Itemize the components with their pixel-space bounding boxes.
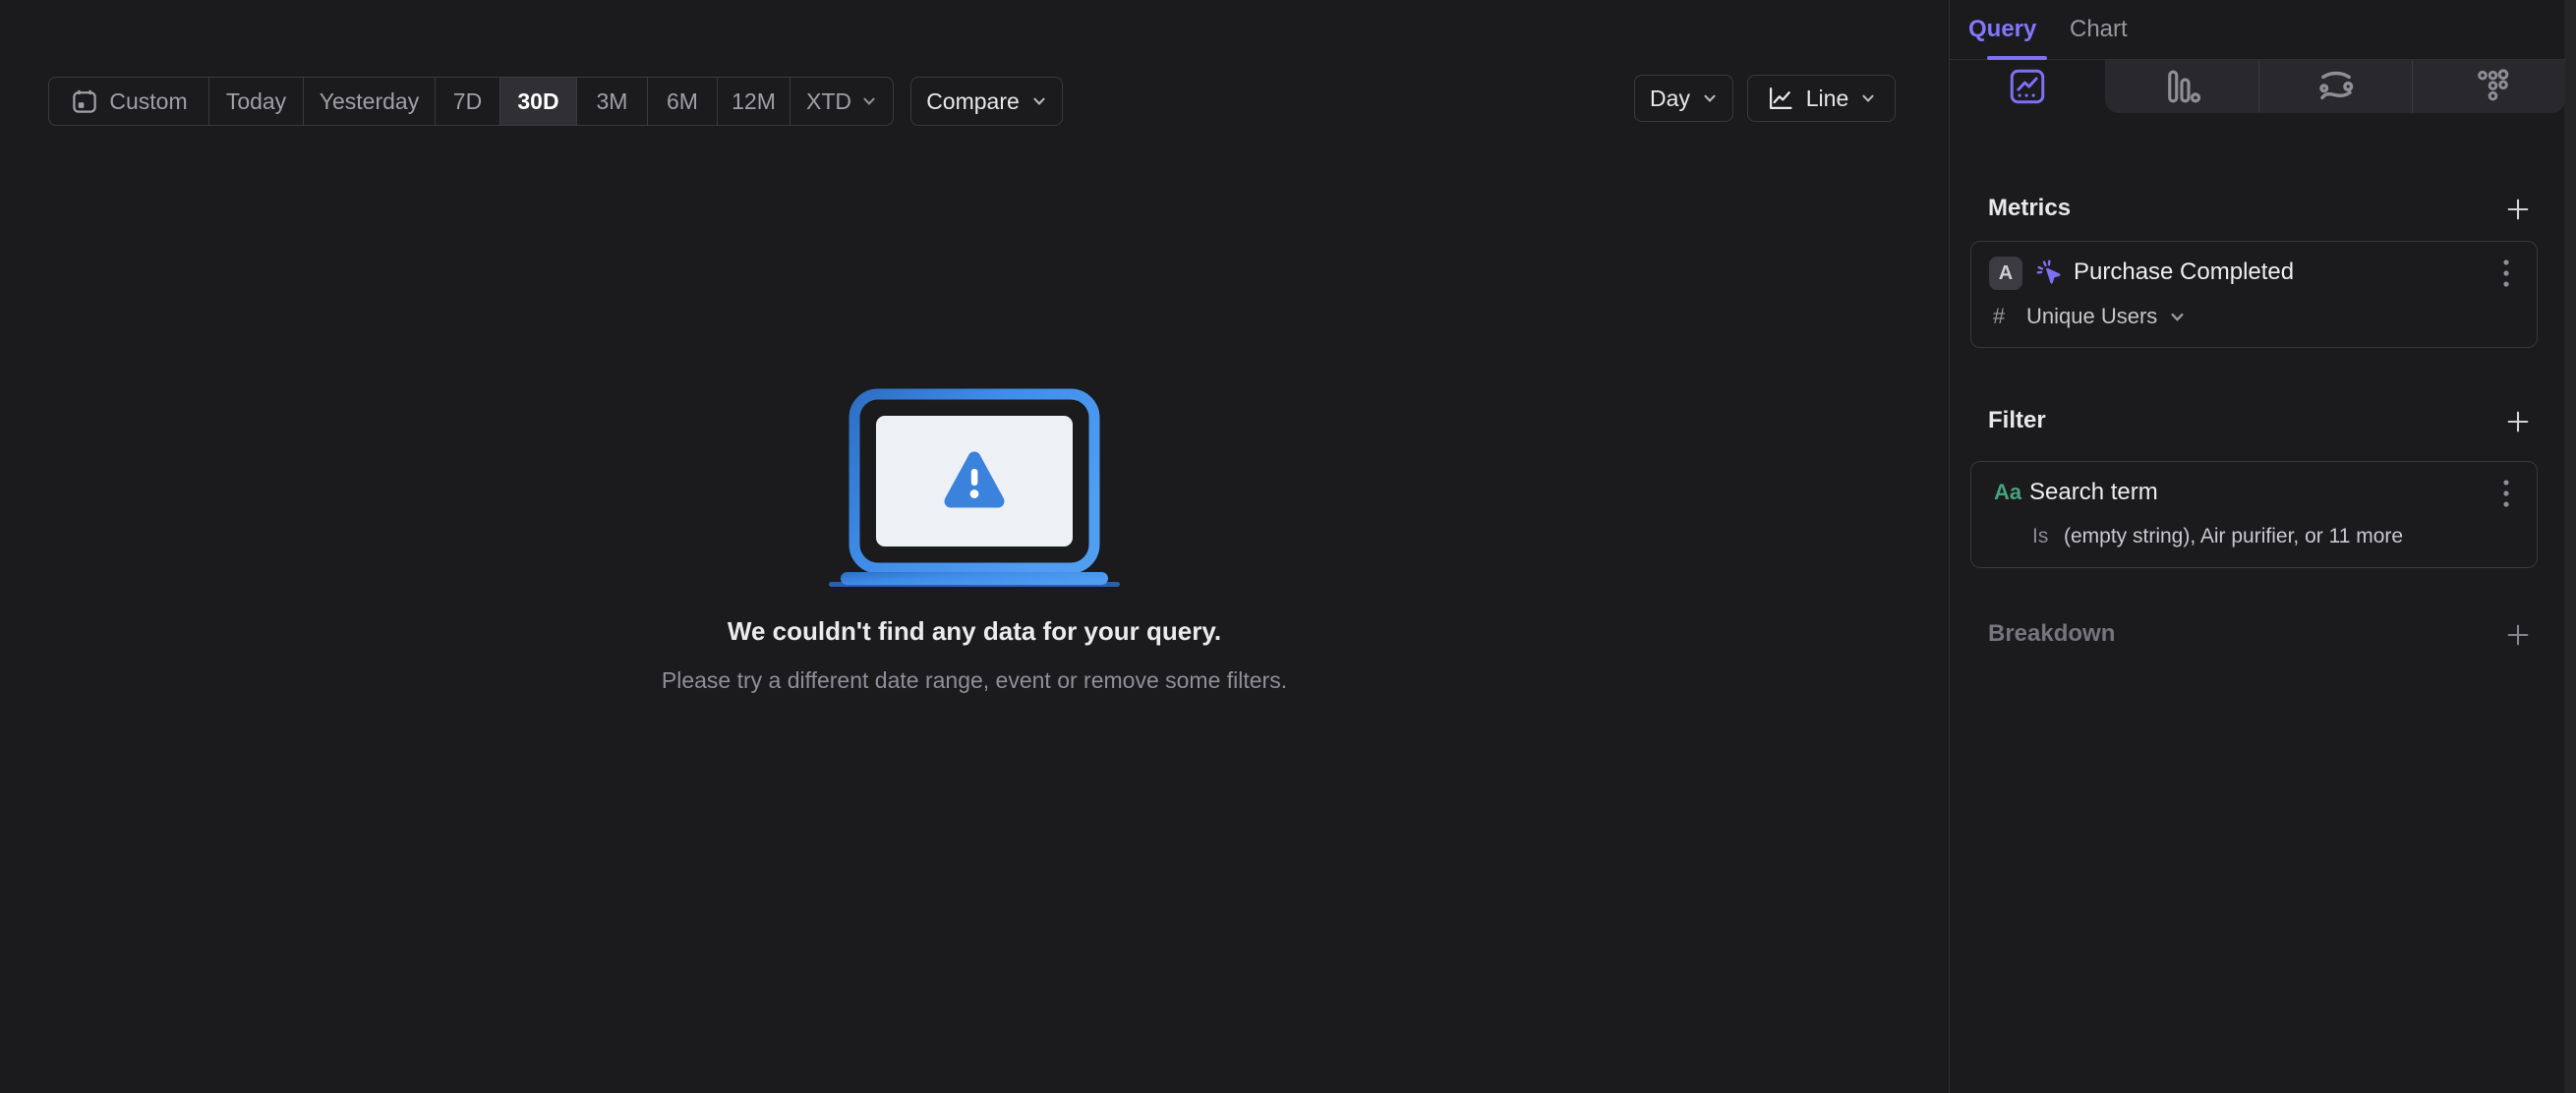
kebab-menu-icon (2503, 259, 2509, 287)
add-metric-button[interactable] (2503, 195, 2533, 224)
report-type-tabs-inactive (2105, 60, 2565, 113)
filter-menu-button[interactable] (2491, 478, 2521, 509)
date-range-30d[interactable]: 30D (500, 78, 577, 125)
filter-row-condition: Is (empty string), Air purifier, or 11 m… (1971, 523, 2537, 552)
aggregation-label: Unique Users (2026, 304, 2158, 328)
date-range-label: Custom (109, 87, 188, 114)
breakdown-heading: Breakdown (1988, 620, 2116, 647)
flows-icon (2318, 71, 2353, 100)
filter-values[interactable]: (empty string), Air purifier, or 11 more (2064, 525, 2403, 548)
report-tab-insights[interactable] (1951, 60, 2104, 113)
panel-tab-bar: Query Chart (1950, 0, 2565, 60)
filter-operator[interactable]: Is (2032, 525, 2048, 548)
sidebar-scrollbar[interactable] (2564, 0, 2576, 1093)
metric-menu-button[interactable] (2491, 258, 2521, 289)
no-data-laptop-illustration (829, 388, 1120, 587)
tab-label: Query (1968, 16, 2037, 42)
aggregation-symbol: # (1993, 304, 2006, 328)
plus-icon (2507, 199, 2529, 220)
event-cursor-icon (2036, 259, 2061, 284)
date-range-label: XTD (806, 87, 851, 114)
tab-chart[interactable]: Chart (2070, 0, 2128, 59)
date-range-yesterday[interactable]: Yesterday (304, 78, 436, 125)
empty-state-subtitle: Please try a different date range, event… (661, 667, 1288, 693)
date-range-label: 30D (517, 87, 559, 114)
metric-event-name[interactable]: Purchase Completed (2074, 259, 2294, 286)
line-chart-icon (1769, 86, 1792, 110)
metric-letter-badge: A (1989, 257, 2022, 290)
granularity-dropdown[interactable]: Day (1634, 75, 1733, 122)
date-range-3m[interactable]: 3M (577, 78, 648, 125)
analytics-app: Custom Today Yesterday 7D 30D 3M 6M 12M … (0, 0, 2576, 1093)
filter-row-property: Aa Search term (1971, 476, 2537, 511)
plus-icon (2507, 624, 2529, 646)
date-range-6m[interactable]: 6M (648, 78, 718, 125)
string-property-icon: Aa (1994, 480, 2022, 504)
filter-heading: Filter (1988, 407, 2046, 433)
date-range-today[interactable]: Today (209, 78, 304, 125)
metric-card[interactable]: A Purchase Completed # Unique Users (1970, 241, 2538, 348)
filter-property-name[interactable]: Search term (2029, 479, 2158, 506)
calendar-icon (73, 89, 97, 113)
report-type-tabs (1951, 60, 2565, 113)
metric-row-event: A Purchase Completed (1971, 256, 2537, 291)
empty-state: We couldn't find any data for your query… (0, 387, 1949, 694)
filter-card[interactable]: Aa Search term Is (empty string), Air pu… (1970, 461, 2538, 568)
report-tab-funnels[interactable] (2105, 60, 2258, 113)
tab-label: Chart (2070, 16, 2128, 42)
date-range-xtd[interactable]: XTD (790, 78, 893, 125)
report-canvas: Custom Today Yesterday 7D 30D 3M 6M 12M … (0, 0, 1949, 1093)
tab-query[interactable]: Query (1968, 0, 2047, 60)
date-range-label: Yesterday (319, 87, 420, 114)
insights-icon (2010, 69, 2045, 104)
funnels-icon (2168, 70, 2201, 103)
chevron-down-icon (1033, 97, 1045, 106)
metrics-heading: Metrics (1988, 195, 2072, 221)
date-range-label: 3M (596, 87, 628, 114)
metric-row-aggregation: # Unique Users (1971, 303, 2537, 332)
granularity-label: Day (1650, 85, 1690, 111)
report-tab-retention[interactable] (2412, 60, 2565, 113)
date-range-label: 7D (452, 87, 483, 114)
query-builder-panel: Query Chart Metrics A Purchase Completed… (1949, 0, 2576, 1093)
compare-button[interactable]: Compare (910, 77, 1063, 126)
add-breakdown-button[interactable] (2503, 620, 2533, 650)
date-range-label: 12M (732, 87, 776, 114)
kebab-menu-icon (2503, 480, 2509, 507)
add-filter-button[interactable] (2503, 407, 2533, 436)
date-range-label: Today (225, 87, 287, 114)
date-range-label: 6M (667, 87, 698, 114)
chart-type-dropdown[interactable]: Line (1747, 75, 1896, 122)
empty-state-title: We couldn't find any data for your query… (727, 616, 1222, 646)
date-range-12m[interactable]: 12M (718, 78, 790, 125)
chevron-down-icon (2171, 313, 2184, 321)
date-range-group: Custom Today Yesterday 7D 30D 3M 6M 12M … (48, 77, 894, 126)
retention-icon (2477, 69, 2508, 101)
plus-icon (2507, 411, 2529, 432)
date-range-custom[interactable]: Custom (49, 78, 209, 125)
chevron-down-icon (1704, 94, 1716, 103)
chevron-down-icon (1862, 94, 1874, 103)
date-range-7d[interactable]: 7D (436, 78, 500, 125)
compare-label: Compare (926, 87, 1020, 114)
chevron-down-icon (863, 97, 875, 106)
chart-type-label: Line (1805, 85, 1849, 111)
report-tab-flows[interactable] (2258, 60, 2412, 113)
aggregation-dropdown[interactable]: Unique Users (2026, 304, 2186, 329)
